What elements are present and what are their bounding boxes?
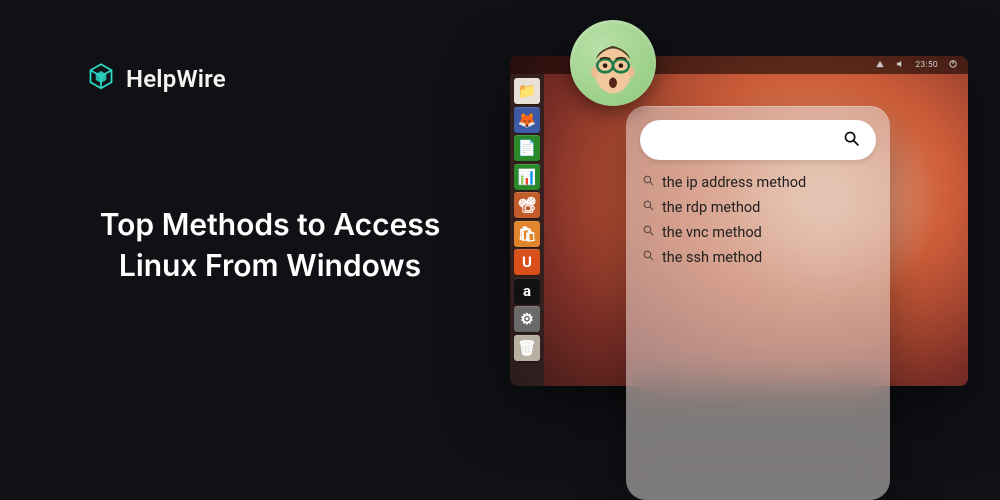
dock-item-amazon[interactable]: a [514, 278, 540, 304]
dock-item-firefox[interactable]: 🦊 [514, 107, 540, 133]
search-suggestions: the ip address method the rdp method the v… [640, 174, 876, 266]
network-icon[interactable] [875, 59, 885, 72]
search-suggestion[interactable]: the ssh method [642, 249, 874, 266]
power-icon[interactable] [948, 59, 958, 72]
search-suggestion[interactable]: the rdp method [642, 199, 874, 216]
desktop-dock: 📁 🦊📄 📊📽 🛍Ua⚙ 🗑 [510, 74, 544, 386]
search-icon [642, 174, 655, 191]
search-panel: the ip address method the rdp method the v… [626, 106, 890, 500]
brand-logo: HelpWire [86, 62, 226, 96]
search-icon [642, 249, 655, 266]
dock-item-writer[interactable]: 📄 [514, 135, 540, 161]
brand-name: HelpWire [126, 65, 226, 93]
dock-item-impress[interactable]: 📽 [514, 192, 540, 218]
dock-item-ubuntu-one[interactable]: U [514, 249, 540, 275]
search-icon [642, 199, 655, 216]
suggestion-label: the ssh method [662, 249, 762, 266]
search-icon [642, 224, 655, 241]
dock-item-trash[interactable]: 🗑 [514, 335, 540, 361]
search-suggestion[interactable]: the ip address method [642, 174, 874, 191]
page-title: Top Methods to Access Linux From Windows [80, 205, 460, 286]
volume-icon[interactable] [895, 59, 905, 72]
dock-item-files[interactable]: 📁 [514, 78, 540, 104]
search-icon [843, 130, 860, 151]
menubar-clock[interactable]: 23:50 [915, 60, 938, 70]
suggestion-label: the ip address method [662, 174, 806, 191]
logo-mark-icon [86, 62, 116, 96]
suggestion-label: the rdp method [662, 199, 760, 216]
suggestion-label: the vnc method [662, 224, 762, 241]
dock-item-settings[interactable]: ⚙ [514, 306, 540, 332]
dock-item-software[interactable]: 🛍 [514, 221, 540, 247]
search-suggestion[interactable]: the vnc method [642, 224, 874, 241]
avatar [570, 20, 656, 106]
search-input[interactable] [640, 120, 876, 160]
dock-item-calc[interactable]: 📊 [514, 164, 540, 190]
